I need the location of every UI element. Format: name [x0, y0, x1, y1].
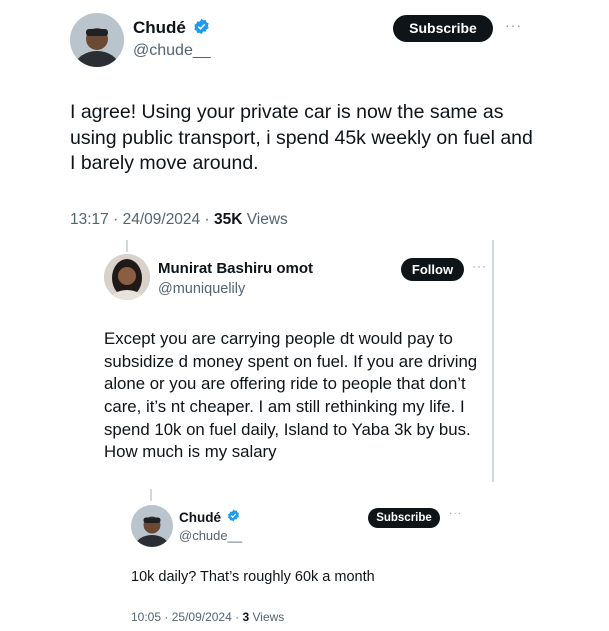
quote-border-line: [492, 240, 494, 482]
tweet-metadata: 13:17 · 24/09/2024 · 35K Views: [70, 211, 288, 229]
thread-line: [126, 240, 128, 252]
tweet-metadata: 10:05 · 25/09/2024 · 3 Views: [131, 610, 284, 624]
separator: ·: [204, 211, 210, 228]
tweet-time[interactable]: 10:05: [131, 610, 161, 624]
tweet-time[interactable]: 13:17: [70, 211, 109, 228]
avatar-photo: [70, 13, 124, 67]
views-count: 3: [242, 610, 250, 624]
avatar[interactable]: [131, 505, 173, 547]
more-options-icon[interactable]: ···: [505, 17, 522, 33]
more-options-icon[interactable]: ···: [449, 508, 462, 519]
views-count: 35K: [213, 211, 243, 228]
subscribe-button[interactable]: Subscribe: [393, 15, 493, 42]
handle[interactable]: @chude__: [133, 42, 211, 60]
tweet-date[interactable]: 24/09/2024: [123, 211, 201, 228]
verified-badge-icon: [193, 18, 210, 40]
thread-line: [150, 489, 152, 501]
avatar[interactable]: [70, 13, 124, 67]
reply-tweet-text: 10k daily? That’s roughly 60k a month: [131, 569, 375, 585]
quoted-tweet-text: Except you are carrying people dt would …: [104, 329, 478, 462]
avatar-photo: [104, 254, 150, 300]
tweet-date[interactable]: 25/09/2024: [172, 610, 232, 624]
display-name[interactable]: Munirat Bashiru omot: [158, 260, 313, 277]
display-name[interactable]: Chudé: [133, 18, 186, 37]
tweet-text: I agree! Using your private car is now t…: [70, 101, 533, 175]
avatar-photo: [131, 505, 173, 547]
separator: ·: [235, 610, 240, 624]
avatar[interactable]: [104, 254, 150, 300]
separator: ·: [164, 610, 169, 624]
views-label: Views: [252, 610, 285, 624]
more-options-icon[interactable]: ···: [472, 259, 487, 273]
follow-button[interactable]: Follow: [401, 258, 464, 281]
verified-badge-icon: [227, 509, 240, 527]
separator: ·: [113, 211, 119, 228]
display-name[interactable]: Chudé: [179, 510, 221, 525]
handle[interactable]: @chude__: [179, 528, 242, 543]
handle[interactable]: @muniquelily: [158, 281, 245, 297]
subscribe-button[interactable]: Subscribe: [368, 508, 440, 528]
views-label: Views: [246, 211, 288, 228]
